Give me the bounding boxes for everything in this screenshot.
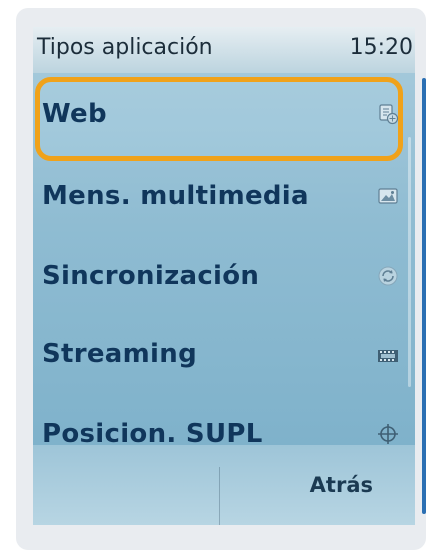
screen-title: Tipos aplicación: [37, 35, 213, 60]
clock: 15:20: [349, 35, 413, 60]
menu-item-web[interactable]: Web: [33, 77, 403, 161]
film-strip-icon: [377, 345, 399, 367]
menu-item-streaming[interactable]: Streaming: [33, 317, 403, 395]
menu-item-label: Mens. multimedia: [42, 181, 309, 211]
crosshair-icon: [377, 423, 399, 445]
scrollbar[interactable]: [408, 137, 411, 387]
status-bar: Tipos aplicación 15:20: [33, 27, 415, 73]
menu-item-label: Sincronización: [42, 261, 260, 291]
menu-item-sync[interactable]: Sincronización: [33, 239, 403, 317]
phone-screen: Tipos aplicación 15:20 Web Mens. multime…: [33, 27, 415, 525]
mms-picture-icon: [377, 185, 399, 207]
menu-item-mms[interactable]: Mens. multimedia: [33, 159, 403, 237]
softkey-bar: Atrás: [33, 445, 415, 525]
sync-icon: [377, 265, 399, 287]
softkey-divider: [219, 467, 220, 525]
menu-item-label: Web: [42, 99, 107, 129]
web-page-icon: [377, 103, 399, 125]
frame-edge-accent: [422, 78, 426, 514]
back-softkey[interactable]: Atrás: [310, 473, 373, 497]
menu-item-label: Streaming: [42, 339, 197, 369]
